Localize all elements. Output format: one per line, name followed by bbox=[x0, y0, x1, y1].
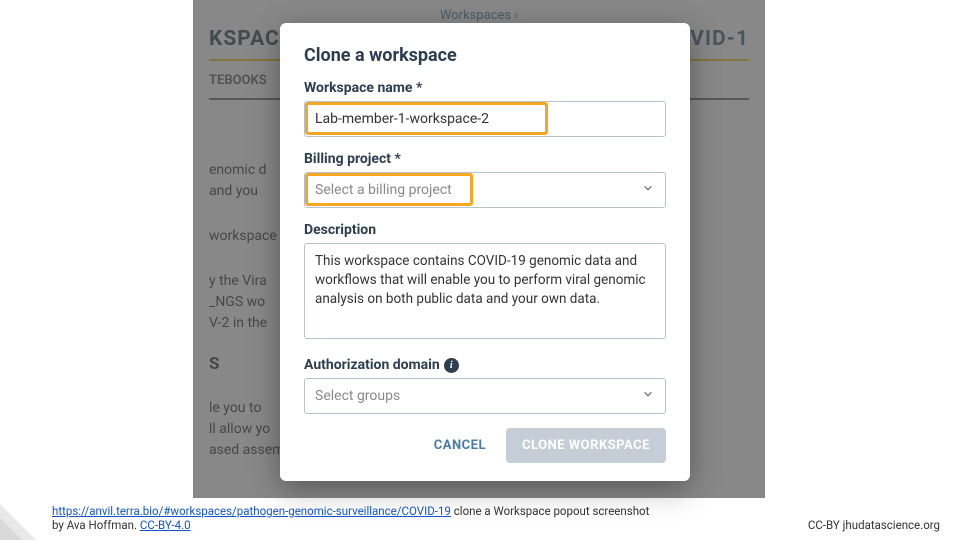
chevron-down-icon bbox=[641, 181, 655, 199]
modal-actions: CANCEL CLONE WORKSPACE bbox=[304, 428, 666, 463]
auth-domain-label: Authorization domain i bbox=[304, 357, 666, 373]
source-link[interactable]: https://anvil.terra.bio/#workspaces/path… bbox=[52, 504, 451, 518]
license-link[interactable]: CC-BY-4.0 bbox=[140, 518, 191, 532]
chevron-down-icon bbox=[641, 387, 655, 405]
footer-byline: by Ava Hoffman. bbox=[52, 518, 140, 532]
workspace-name-input[interactable] bbox=[304, 101, 666, 137]
clone-workspace-button[interactable]: CLONE WORKSPACE bbox=[506, 428, 666, 463]
cancel-button[interactable]: CANCEL bbox=[430, 430, 490, 461]
description-textarea[interactable] bbox=[304, 243, 666, 339]
footer-right: CC-BY jhudatascience.org bbox=[808, 518, 940, 532]
workspace-name-label: Workspace name * bbox=[304, 80, 666, 96]
info-icon[interactable]: i bbox=[444, 358, 459, 373]
footer-desc: clone a Workspace popout screenshot bbox=[451, 504, 649, 518]
auth-domain-select[interactable]: Select groups bbox=[304, 378, 666, 414]
clone-workspace-modal: Clone a workspace Workspace name * Billi… bbox=[280, 23, 690, 481]
footer: https://anvil.terra.bio/#workspaces/path… bbox=[52, 504, 940, 532]
auth-domain-label-text: Authorization domain bbox=[304, 357, 440, 373]
billing-project-label: Billing project * bbox=[304, 151, 666, 167]
billing-project-placeholder: Select a billing project bbox=[315, 182, 452, 198]
modal-title: Clone a workspace bbox=[304, 45, 666, 66]
billing-project-select[interactable]: Select a billing project bbox=[304, 172, 666, 208]
footer-left: https://anvil.terra.bio/#workspaces/path… bbox=[52, 504, 649, 532]
auth-domain-placeholder: Select groups bbox=[315, 388, 400, 404]
corner-decoration bbox=[0, 484, 56, 540]
description-label: Description bbox=[304, 222, 666, 238]
